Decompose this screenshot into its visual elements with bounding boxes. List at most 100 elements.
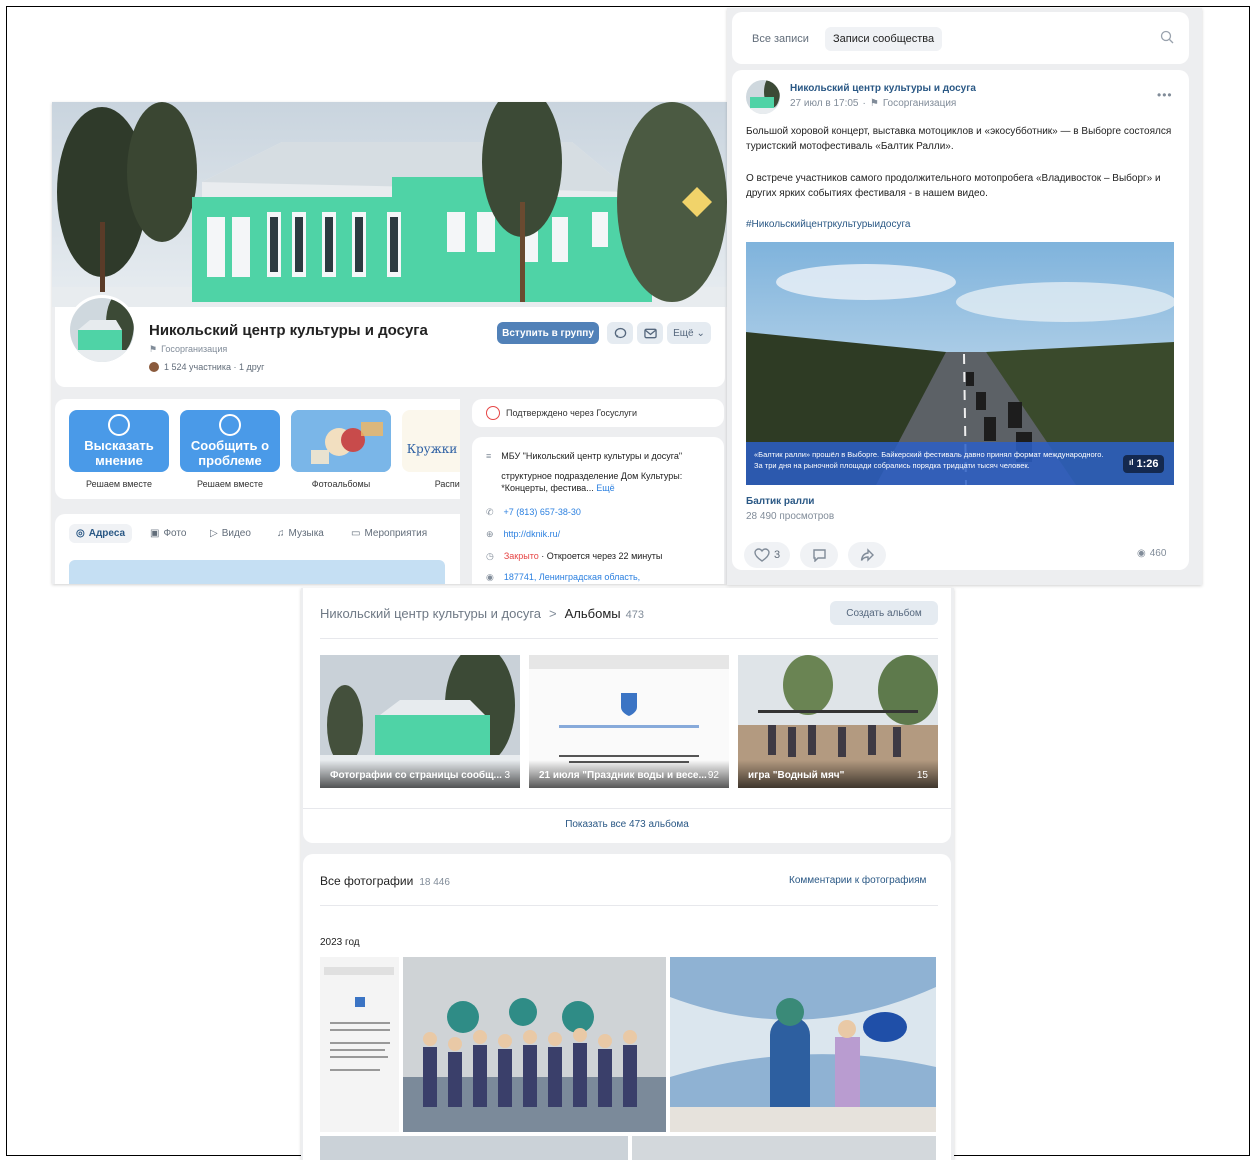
chevron-right-icon: > — [549, 606, 557, 621]
message-button[interactable] — [607, 322, 633, 344]
post-date[interactable]: 27 июл в 17:05 — [790, 98, 859, 109]
description-text: структурное подразделение Дом Культуры: … — [501, 471, 683, 493]
like-icon — [219, 414, 241, 436]
group-members[interactable]: 1 524 участника · 1 друг — [149, 362, 264, 372]
comment-button[interactable] — [800, 542, 838, 568]
verified-label: Подтверждено через Госуслуги — [506, 408, 637, 418]
albums-title: Альбомы — [564, 606, 621, 621]
description: структурное подразделение Дом Культуры: … — [501, 470, 714, 494]
video-player[interactable]: «Балтик ралли» прошёл в Выборге. Байкерс… — [746, 242, 1174, 485]
post-author-name[interactable]: Никольский центр культуры и досуга — [790, 83, 976, 94]
album-card[interactable]: игра "Водный мяч" 15 — [738, 655, 938, 788]
breadcrumb-group-link[interactable]: Никольский центр культуры и досуга — [320, 606, 541, 621]
tile-clubs[interactable]: Кружки — [402, 410, 460, 472]
address-link[interactable]: 187741, Ленинградская область, — [504, 572, 640, 582]
hours-row[interactable]: ◷ Закрыто · Откроется через 22 минуты — [486, 551, 662, 562]
phone-link[interactable]: +7 (813) 657-38-30 — [504, 507, 581, 517]
albums-footer-divider — [303, 808, 951, 809]
post-author-avatar[interactable] — [746, 80, 780, 114]
photo-thumb[interactable] — [403, 957, 666, 1132]
heart-icon — [754, 548, 770, 562]
site-row[interactable]: ⊕ http://dknik.ru/ — [486, 529, 560, 540]
tab-community-posts[interactable]: Записи сообщества — [825, 27, 943, 51]
video-views: 28 490 просмотров — [746, 511, 835, 522]
album-title: 21 июля "Праздник воды и весе... — [539, 770, 707, 781]
site-link[interactable]: http://dknik.ru/ — [504, 529, 561, 539]
tab-videos[interactable]: ▷ Видео — [210, 528, 251, 539]
all-photos-title: Все фотографии — [320, 874, 414, 888]
wall-panel: Все записи Записи сообщества Никольский … — [727, 8, 1202, 585]
photo-thumb[interactable] — [320, 1136, 628, 1160]
create-album-button[interactable]: Создать альбом — [830, 601, 938, 625]
photo-comments-link[interactable]: Комментарии к фотографиям — [789, 875, 926, 886]
post-text-1: Большой хоровой концерт, выставка мотоци… — [746, 126, 1172, 152]
tile-clubs-caption: Расписа — [434, 479, 460, 489]
tab-events[interactable]: ▭ Мероприятия — [351, 528, 427, 539]
comment-icon — [812, 549, 826, 562]
show-all-albums-link[interactable]: Показать все 473 альбома — [303, 819, 951, 830]
group-page-panel: Никольский центр культуры и досуга ⚑ Госо… — [52, 102, 727, 584]
image-icon: ▣ — [150, 528, 160, 539]
post-hashtag[interactable]: #Никольскийцентркультурыидосуга — [746, 219, 910, 230]
photo-thumb[interactable] — [320, 957, 399, 1132]
group-avatar[interactable] — [67, 295, 137, 365]
share-button[interactable] — [848, 542, 886, 568]
likes-count: 3 — [773, 549, 781, 561]
more-button-label: Ещё — [673, 327, 694, 339]
description-more-link[interactable]: Ещё — [596, 483, 614, 493]
tab-videos-label: Видео — [221, 528, 251, 539]
album-title: Фотографии со страницы сообщ... — [330, 770, 502, 781]
album-title: игра "Водный мяч" — [748, 770, 845, 781]
location-icon: ◎ — [76, 528, 85, 539]
album-card[interactable]: Фотографии со страницы сообщ... 3 — [320, 655, 520, 788]
like-button[interactable]: 3 — [744, 542, 790, 568]
chevron-down-icon: ⌄ — [696, 327, 705, 339]
friend-avatar-icon — [149, 362, 159, 372]
chat-icon — [614, 327, 626, 338]
org-title: МБУ "Никольский центр культуры и досуга" — [501, 451, 683, 461]
group-name: Никольский центр культуры и досуга — [149, 322, 428, 339]
flag-icon: ⚑ — [869, 98, 879, 109]
tile-photo-albums[interactable] — [291, 410, 391, 472]
video-title[interactable]: Балтик ралли — [746, 496, 814, 507]
tile-opinion[interactable]: Высказать мнение — [69, 410, 169, 472]
album-card[interactable]: 21 июля "Праздник воды и весе... 92 — [529, 655, 729, 788]
all-photos-card: Все фотографии 18 446 Комментарии к фото… — [303, 854, 951, 1160]
year-label: 2023 год — [320, 937, 360, 948]
wall-tabs-card: Все записи Записи сообщества — [732, 12, 1189, 64]
tab-music[interactable]: ♫ Музыка — [277, 528, 324, 539]
search-icon[interactable] — [1160, 30, 1174, 44]
tabs-card: ◎ Адреса ▣ Фото ▷ Видео ♫ Музыка ▭ Мероприяти… — [55, 514, 460, 584]
views-counter: ◉ 460 — [1137, 548, 1166, 559]
group-type: ⚑ Госорганизация — [149, 344, 227, 355]
post-card: Никольский центр культуры и досуга 27 ию… — [732, 70, 1189, 570]
tab-all-posts[interactable]: Все записи — [752, 33, 809, 45]
photo-children-group — [403, 957, 666, 1132]
music-icon: ♫ — [277, 528, 285, 539]
tab-addresses[interactable]: ◎ Адреса — [69, 524, 133, 543]
address-row[interactable]: ◉ 187741, Ленинградская область, — [486, 572, 640, 583]
location-icon: ◉ — [486, 572, 494, 582]
phone-icon: ✆ — [486, 507, 494, 517]
map-placeholder[interactable] — [69, 560, 445, 584]
closed-status: Закрыто — [503, 551, 539, 561]
email-button[interactable] — [637, 322, 663, 344]
verified-row[interactable]: Подтверждено через Госуслуги — [486, 406, 637, 420]
join-group-button[interactable]: Вступить в группу — [497, 322, 599, 344]
tile-report-problem[interactable]: Сообщить о проблеме — [180, 410, 280, 472]
album-caption: 21 июля "Праздник воды и весе... 92 — [529, 760, 729, 788]
description-row: ≡ МБУ "Никольский центр культуры и досуг… — [486, 451, 714, 494]
tab-photos[interactable]: ▣ Фото — [150, 528, 186, 539]
gosuslugi-icon — [486, 406, 500, 420]
albums-count: 473 — [625, 609, 644, 621]
photo-thumb[interactable] — [670, 957, 936, 1132]
tab-addresses-label: Адреса — [88, 528, 126, 539]
globe-icon: ⊕ — [486, 529, 494, 539]
photo-thumb[interactable] — [632, 1136, 936, 1160]
info-card: ≡ МБУ "Никольский центр культуры и досуг… — [472, 437, 724, 584]
album-caption: Фотографии со страницы сообщ... 3 — [320, 760, 520, 788]
post-options-icon[interactable]: ••• — [1157, 88, 1173, 102]
phone-row[interactable]: ✆ +7 (813) 657-38-30 — [486, 507, 581, 518]
more-button[interactable]: Ещё ⌄ — [667, 322, 711, 344]
tab-music-label: Музыка — [288, 528, 324, 539]
